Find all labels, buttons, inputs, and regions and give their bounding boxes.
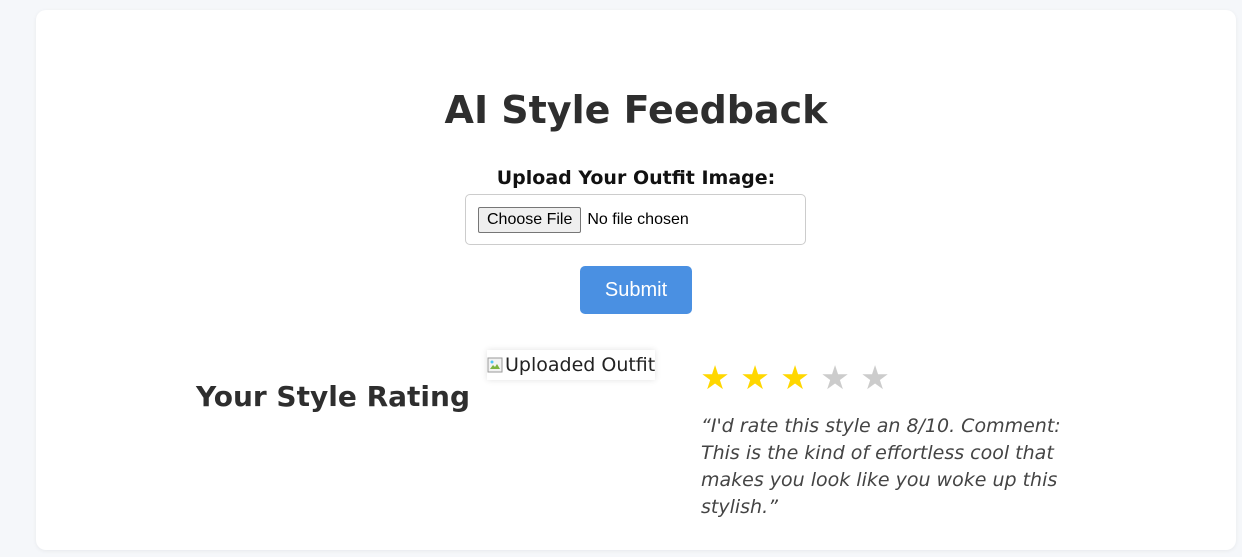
star-filled-icon: ★ bbox=[740, 358, 770, 397]
star-rating: ★ ★ ★ ★ ★ bbox=[699, 358, 891, 398]
star-filled-icon: ★ bbox=[780, 358, 810, 397]
submit-button[interactable]: Submit bbox=[580, 266, 692, 314]
style-rating-heading: Your Style Rating bbox=[196, 380, 470, 413]
star-filled-icon: ★ bbox=[700, 358, 730, 397]
page-title: AI Style Feedback bbox=[444, 88, 828, 132]
uploaded-outfit-image: Uploaded Outfit bbox=[487, 350, 655, 380]
feedback-comment: “I'd rate this style an 8/10. Comment: T… bbox=[701, 415, 1061, 518]
upload-label: Upload Your Outfit Image: bbox=[496, 167, 776, 189]
choose-file-button[interactable]: Choose File bbox=[478, 206, 582, 233]
star-empty-icon: ★ bbox=[860, 358, 890, 397]
file-input[interactable]: Choose File No file chosen bbox=[465, 194, 806, 245]
file-status-text: No file chosen bbox=[587, 210, 689, 228]
broken-image-icon bbox=[487, 357, 503, 373]
star-empty-icon: ★ bbox=[820, 358, 850, 397]
image-alt-text: Uploaded Outfit bbox=[505, 354, 656, 376]
main-card: AI Style Feedback Upload Your Outfit Ima… bbox=[36, 10, 1236, 550]
